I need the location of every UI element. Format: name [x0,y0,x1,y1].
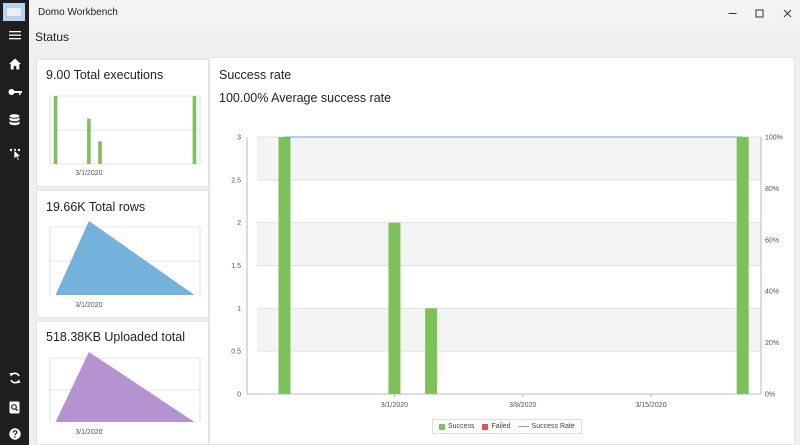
key-icon [8,89,22,95]
legend-swatch-failed [482,423,489,430]
mouse-cursor-icon [14,150,22,161]
home-button[interactable] [0,50,29,78]
grid-band [257,308,761,352]
uploaded-card: 518.38KB Uploaded total 3/1/2020 [36,321,209,445]
uploaded-chart: 3/1/2020 [49,352,201,436]
y2-tick-label: 40% [765,289,779,296]
minimize-button[interactable] [723,4,741,22]
menu-button[interactable] [0,21,29,49]
y-tick-label: 0.5 [231,349,241,356]
y2-tick-label: 20% [765,340,779,347]
title-bar: Domo Workbench [29,0,800,26]
y-tick-label: 2 [237,220,241,227]
success-rate-chart: 0 0.5 1 1.5 2 2.5 3 0% 20% 40% 60% 80% 100% 3/1/2020 3… [231,135,783,410]
x-tick-label: 3/15/2020 [635,402,666,409]
menu-icon [8,31,21,40]
help-button[interactable] [0,420,29,445]
legend-item-failed[interactable]: Failed [482,423,511,430]
rows-card: 19.66K Total rows 3/1/2020 [36,190,209,318]
navigation-rail [0,0,29,445]
grid-band [257,137,761,180]
executions-bar [192,96,197,164]
sync-icon [9,372,20,384]
x-tick-label: 3/1/2020 [75,170,102,177]
sync-button[interactable] [0,364,29,392]
uploaded-area [55,352,195,422]
maximize-icon [755,9,763,17]
success-bar [425,308,438,394]
close-icon [783,9,791,17]
x-tick-label: 3/1/2020 [381,402,408,409]
legend-item-success[interactable]: Success [439,423,474,430]
page-title: Status [35,30,70,44]
legend-label-failed: Failed [491,423,511,430]
help-icon [8,428,21,440]
app-logo [3,3,25,21]
success-rate-card: Success rate 100.00% Average success rat… [209,57,795,445]
rows-area [55,221,195,295]
app-title: Domo Workbench [38,7,118,18]
x-tick-label: 3/1/2020 [75,302,102,309]
y-tick-label: 3 [237,135,241,142]
rows-chart: 3/1/2020 [49,221,201,309]
home-icon [8,58,21,70]
main-content: 9.00 Total executions 3/1/2020 19.66K To… [29,51,800,445]
legend-label-success: Success [448,423,475,430]
y-tick-label: 1.5 [231,263,241,270]
minimize-icon [728,12,736,14]
executions-bar [98,141,102,164]
database-icon [9,114,20,126]
legend-swatch-success [439,423,445,430]
maximize-button[interactable] [750,4,768,22]
legend-swatch-success-rate [518,426,529,427]
legend-item-success-rate[interactable]: Success Rate [518,423,575,430]
log-search-icon [9,401,20,413]
executions-chart: 3/1/2020 [49,95,201,177]
legend-label-success-rate: Success Rate [531,423,575,430]
executions-bar [53,96,58,164]
y-tick-label: 2.5 [231,177,241,184]
grid-band [257,222,761,266]
success-bar [278,137,291,394]
x-tick-label: 3/1/2020 [75,429,102,436]
executions-bar [87,118,91,164]
chart-legend: Success Failed Success Rate [432,419,582,434]
y2-tick-label: 60% [765,237,779,244]
success-bar [388,222,401,394]
close-button[interactable] [778,4,796,22]
executions-card: 9.00 Total executions 3/1/2020 [36,59,209,187]
y-tick-label: 0 [237,392,241,399]
y2-tick-label: 80% [765,186,779,193]
y-tick-label: 1 [237,306,241,313]
logs-button[interactable] [0,393,29,421]
y2-tick-label: 0% [765,392,775,399]
x-tick-label: 3/8/2020 [509,402,536,409]
credentials-button[interactable] [0,78,29,106]
datasets-button[interactable] [0,106,29,134]
success-bar [736,137,749,394]
status-header: Status [29,26,800,51]
y2-tick-label: 100% [765,135,783,142]
